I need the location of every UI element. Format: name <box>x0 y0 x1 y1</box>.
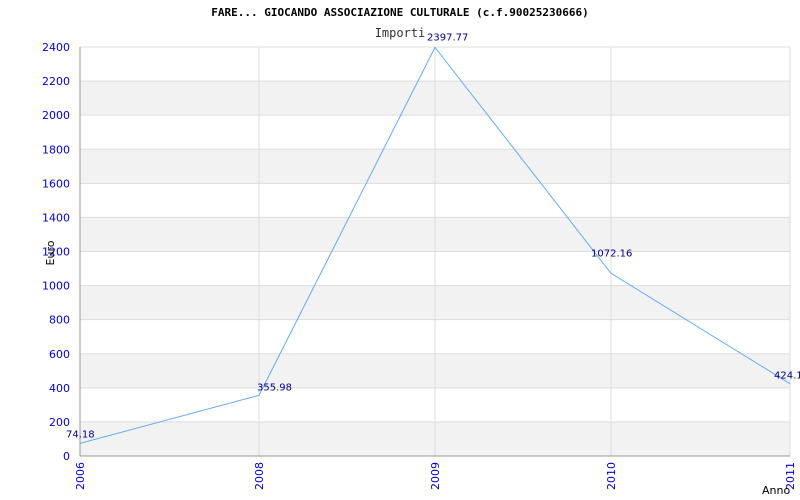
y-tick-label: 2000 <box>42 109 70 122</box>
data-label: 2397.77 <box>427 32 468 43</box>
y-tick-label: 2200 <box>42 75 70 88</box>
x-tick-label: 2006 <box>74 462 87 490</box>
x-tick-label: 2009 <box>429 462 442 490</box>
y-tick-label: 1800 <box>42 143 70 156</box>
data-label: 1072.16 <box>591 248 632 259</box>
data-label: 74.18 <box>66 429 95 440</box>
data-label: 424.1 <box>774 371 800 382</box>
x-tick-label: 2010 <box>605 462 618 490</box>
y-tick-label: 1600 <box>42 177 70 190</box>
chart-canvas: 0200400600800100012001400160018002000220… <box>42 6 800 497</box>
y-axis-label: Euro <box>44 240 57 265</box>
line-chart: 0 200 400 600 800 1000 1200 1400 1600 1800 2000 220… <box>0 0 800 500</box>
y-tick-label: 600 <box>49 348 70 361</box>
y-tick-label: 1000 <box>42 280 70 293</box>
chart-subtitle: Importi <box>375 26 426 40</box>
data-label: 355.98 <box>257 382 292 393</box>
x-tick-label: 2008 <box>253 462 266 490</box>
chart-title: FARE... GIOCANDO ASSOCIAZIONE CULTURALE … <box>211 6 589 19</box>
x-axis-label: Anno <box>762 484 790 497</box>
y-tick-label: 800 <box>49 314 70 327</box>
y-tick-label: 1400 <box>42 211 70 224</box>
y-tick-label: 200 <box>49 416 70 429</box>
y-tick-label: 2400 <box>42 41 70 54</box>
y-tick-label: 0 <box>63 450 70 463</box>
x-tick-labels: 2006 2008 2009 2010 2011 <box>74 462 797 490</box>
y-tick-label: 400 <box>49 382 70 395</box>
